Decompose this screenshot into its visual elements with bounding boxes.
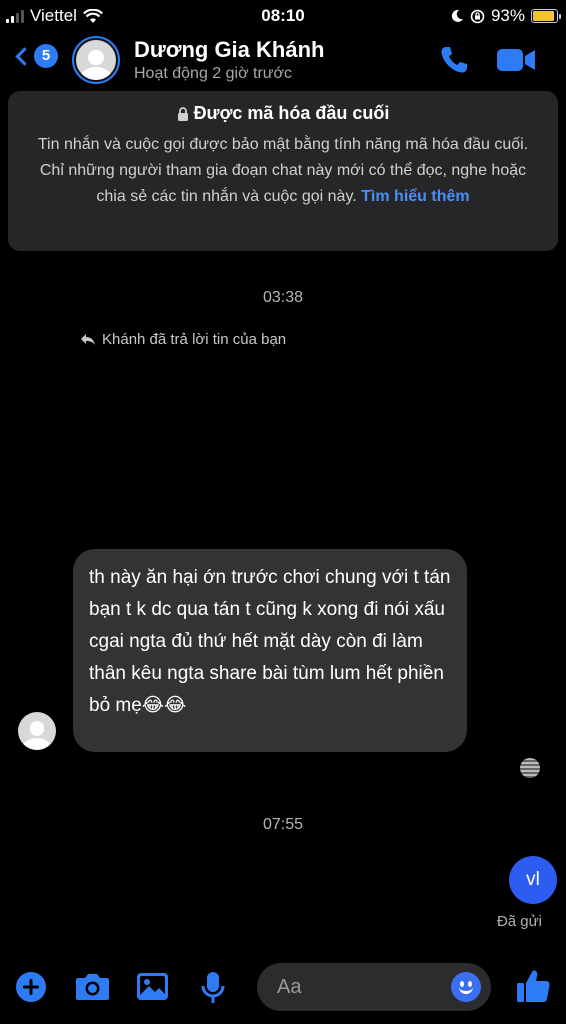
- lock-icon: [177, 106, 188, 121]
- battery-percent: 93%: [490, 6, 525, 25]
- timestamp: 07:55: [262, 816, 304, 833]
- status-bar: Viettel 08:10 93%: [0, 0, 566, 34]
- reply-note-text: Khánh đã trả lời tin của bạn: [102, 331, 287, 348]
- camera-icon[interactable]: [75, 971, 110, 1001]
- learn-more-link[interactable]: Tìm hiểu thêm: [361, 188, 469, 205]
- encryption-title-text: Được mã hóa đầu cuối: [193, 103, 390, 123]
- reply-note: Khánh đã trả lời tin của bạn: [80, 331, 286, 348]
- chat-header: 5 Dương Gia Khánh Hoạt động 2 giờ trước: [0, 34, 566, 90]
- message-input[interactable]: Aa: [257, 963, 491, 1011]
- encryption-body: Tin nhắn và cuộc gọi được bảo mật bằng t…: [28, 132, 538, 210]
- plus-icon[interactable]: [15, 971, 47, 1003]
- composer-bar: Aa: [0, 955, 566, 1019]
- encryption-title: Được mã hóa đầu cuối: [8, 103, 558, 124]
- battery-fill: [533, 11, 555, 21]
- status-right: 93%: [450, 6, 561, 26]
- chevron-left-icon: [15, 46, 34, 66]
- contact-avatar[interactable]: [72, 36, 120, 84]
- default-avatar-icon: [76, 40, 116, 80]
- read-receipt-icon: [520, 758, 540, 778]
- message-input-placeholder: Aa: [277, 976, 302, 998]
- battery-icon: [531, 9, 561, 23]
- phone-call-icon[interactable]: [438, 44, 470, 76]
- microphone-icon[interactable]: [201, 971, 225, 1005]
- timestamp: 03:38: [262, 289, 304, 306]
- video-call-icon[interactable]: [496, 47, 536, 73]
- moon-icon: [451, 9, 463, 22]
- emoji-icon[interactable]: [451, 972, 481, 1002]
- encryption-notice: Được mã hóa đầu cuối Tin nhắn và cuộc gọ…: [8, 91, 558, 251]
- sent-status: Đã gửi: [496, 913, 542, 930]
- unread-count-badge: 5: [34, 44, 58, 68]
- reply-icon: [81, 334, 95, 345]
- orientation-lock-icon: [470, 9, 485, 23]
- incoming-message-bubble[interactable]: th này ăn hại ớn trước chơi chung với t …: [73, 549, 467, 752]
- outgoing-message-bubble[interactable]: vl: [509, 856, 557, 904]
- sender-avatar[interactable]: [18, 712, 56, 750]
- activity-status: Hoạt động 2 giờ trước: [134, 65, 292, 82]
- back-button[interactable]: 5: [12, 44, 58, 68]
- contact-name[interactable]: Dương Gia Khánh: [134, 37, 324, 63]
- thumbs-up-icon[interactable]: [515, 968, 551, 1004]
- gallery-icon[interactable]: [136, 971, 169, 1002]
